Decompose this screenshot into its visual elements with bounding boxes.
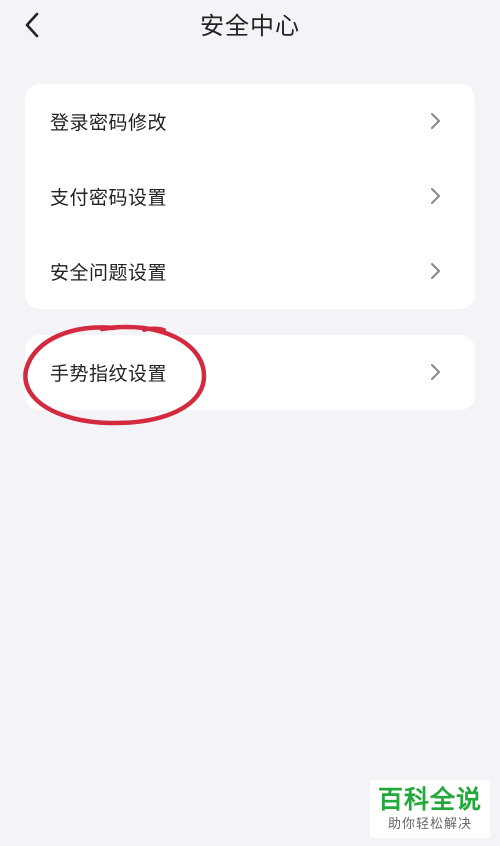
menu-item-label: 登录密码修改 — [50, 112, 168, 134]
security-settings-card: 登录密码修改 支付密码设置 安全问题设置 — [25, 84, 475, 309]
chevron-right-icon — [431, 364, 440, 380]
menu-item-gesture-fingerprint[interactable]: 手势指纹设置 — [25, 335, 475, 410]
watermark-title: 百科全说 — [377, 785, 482, 814]
chevron-right-icon — [431, 263, 440, 279]
chevron-right-icon — [431, 113, 440, 129]
menu-item-login-password[interactable]: 登录密码修改 — [25, 84, 475, 159]
menu-item-payment-password[interactable]: 支付密码设置 — [25, 159, 475, 234]
nav-bar: 安全中心 — [0, 0, 500, 52]
chevron-right-icon — [431, 188, 440, 204]
watermark-logo: 百科全说 助你轻松解决 — [370, 780, 490, 838]
menu-item-label: 安全问题设置 — [50, 262, 168, 284]
gesture-settings-card: 手势指纹设置 — [25, 335, 475, 410]
page-title: 安全中心 — [200, 12, 300, 40]
menu-item-label: 手势指纹设置 — [50, 363, 168, 385]
watermark-slogan: 助你轻松解决 — [387, 817, 472, 832]
menu-item-label: 支付密码设置 — [50, 187, 168, 209]
menu-item-security-question[interactable]: 安全问题设置 — [25, 234, 475, 309]
